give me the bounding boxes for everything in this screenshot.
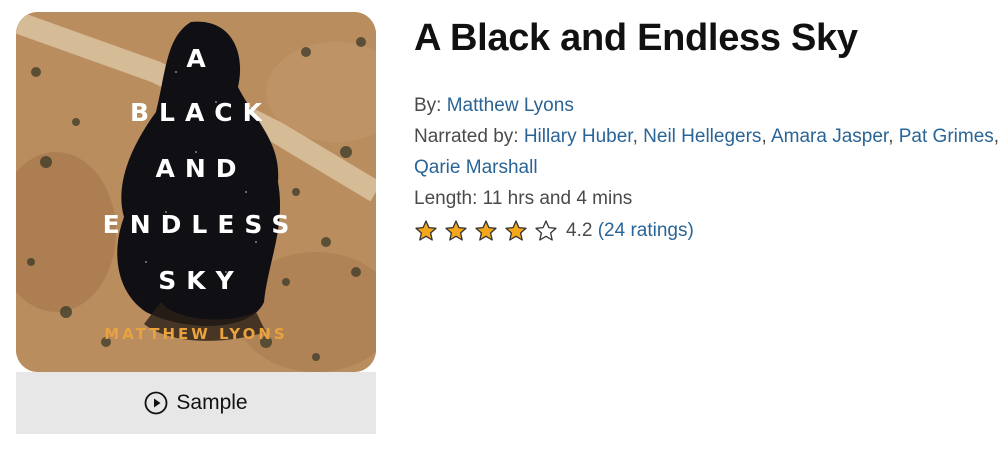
star-filled-icon [414, 219, 438, 243]
separator: , [761, 126, 771, 147]
author-link[interactable]: Matthew Lyons [447, 95, 574, 116]
cover-author: MATTHEW LYONS [104, 325, 288, 343]
book-meta: By: Matthew Lyons Narrated by: Hillary H… [414, 90, 1000, 246]
author-label: By: [414, 95, 447, 116]
rating-line: 4.2 (24 ratings) [414, 215, 1000, 246]
cover-title-line: A [186, 44, 216, 73]
narrator-link[interactable]: Hillary Huber [524, 126, 633, 147]
narrators-line: Narrated by: Hillary Huber, Neil Hellege… [414, 121, 1000, 183]
separator: , [888, 126, 899, 147]
separator: , [993, 126, 1000, 147]
cover-title-line: SKY [158, 266, 244, 295]
rating-stars [414, 219, 558, 243]
narrator-link[interactable]: Pat Grimes [899, 126, 994, 147]
book-title: A Black and Endless Sky [414, 17, 858, 59]
narrator-link[interactable]: Neil Hellegers [643, 126, 761, 147]
cover-art: A BLACK AND ENDLESS SKY MATTHEW LYONS [16, 12, 376, 372]
separator: , [632, 126, 644, 147]
length-line: Length: 11 hrs and 4 mins [414, 183, 1000, 214]
cover-title-line: BLACK [129, 98, 273, 127]
ratings-count-link[interactable]: (24 ratings) [598, 215, 694, 246]
star-empty-icon [534, 219, 558, 243]
cover-title-line: AND [155, 154, 247, 183]
narrator-link[interactable]: Qarie Marshall [414, 157, 538, 178]
book-info: A Black and Endless Sky By: Matthew Lyon… [414, 14, 1000, 246]
rating-value: 4.2 [566, 220, 593, 241]
narrated-label: Narrated by: [414, 126, 524, 147]
play-circle-icon [144, 391, 168, 415]
cover-title-line: ENDLESS [102, 210, 300, 239]
length-value: 11 hrs and 4 mins [482, 188, 633, 209]
star-filled-icon [474, 219, 498, 243]
length-label: Length: [414, 188, 483, 209]
star-filled-icon [504, 219, 528, 243]
narrator-link[interactable]: Amara Jasper [771, 126, 888, 147]
sample-label: Sample [176, 391, 248, 414]
star-filled-icon [444, 219, 468, 243]
author-line: By: Matthew Lyons [414, 90, 1000, 121]
sample-button[interactable]: Sample [16, 372, 376, 434]
